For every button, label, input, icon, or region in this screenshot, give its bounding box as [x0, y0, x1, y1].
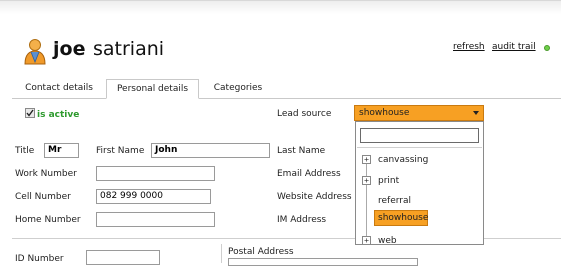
is-active-label: is active	[37, 110, 80, 120]
website-label: Website Address	[277, 192, 352, 202]
tree-item-canvassing[interactable]: canvassing	[378, 155, 428, 165]
person-icon	[22, 38, 48, 66]
title-field[interactable]: Mr	[44, 143, 79, 158]
dropdown-divider	[357, 147, 482, 148]
check-icon	[26, 109, 34, 117]
tab-personal-details[interactable]: Personal details	[106, 79, 199, 99]
tab-categories[interactable]: Categories	[203, 79, 273, 98]
title-label: Title	[15, 146, 35, 156]
expand-canvassing-icon[interactable]: +	[362, 155, 371, 164]
first-name-field[interactable]: John	[151, 143, 270, 158]
tree-item-web[interactable]: web	[378, 236, 397, 246]
tree-item-showhouse[interactable]: showhouse	[374, 210, 428, 226]
cell-number-label: Cell Number	[15, 192, 71, 202]
tree-item-referral[interactable]: referral	[378, 196, 411, 206]
home-number-field[interactable]	[96, 212, 215, 227]
email-label: Email Address	[277, 169, 341, 179]
refresh-link[interactable]: refresh	[453, 42, 485, 52]
contact-last-name: satriani	[93, 38, 165, 60]
contact-first-name: joe	[53, 38, 86, 60]
cell-number-field[interactable]: 082 999 0000	[96, 189, 211, 204]
lead-source-value: showhouse	[359, 108, 410, 118]
column-divider	[221, 244, 222, 263]
lead-source-search-input[interactable]	[360, 128, 479, 143]
is-active-checkbox[interactable]	[25, 108, 35, 118]
lead-source-select[interactable]: showhouse	[354, 105, 484, 121]
work-number-label: Work Number	[15, 169, 77, 179]
first-name-label: First Name	[96, 146, 145, 156]
status-dot-icon	[544, 45, 550, 51]
tab-contact-details[interactable]: Contact details	[16, 79, 102, 98]
last-name-label: Last Name	[277, 146, 326, 156]
chevron-down-icon	[473, 111, 479, 115]
tab-bar-line	[12, 98, 561, 99]
top-border	[0, 0, 561, 1]
lead-source-label: Lead source	[277, 109, 332, 119]
audit-trail-link[interactable]: audit trail	[492, 42, 536, 52]
postal-address-field[interactable]	[228, 258, 418, 266]
top-band	[0, 0, 561, 14]
expand-print-icon[interactable]: +	[362, 176, 371, 185]
tree-item-print[interactable]: print	[378, 176, 399, 186]
expand-web-icon[interactable]: +	[362, 236, 371, 245]
home-number-label: Home Number	[15, 215, 81, 225]
tree-connector	[366, 159, 367, 240]
work-number-field[interactable]	[96, 166, 215, 181]
postal-address-label: Postal Address	[228, 247, 294, 257]
im-label: IM Address	[277, 215, 327, 225]
